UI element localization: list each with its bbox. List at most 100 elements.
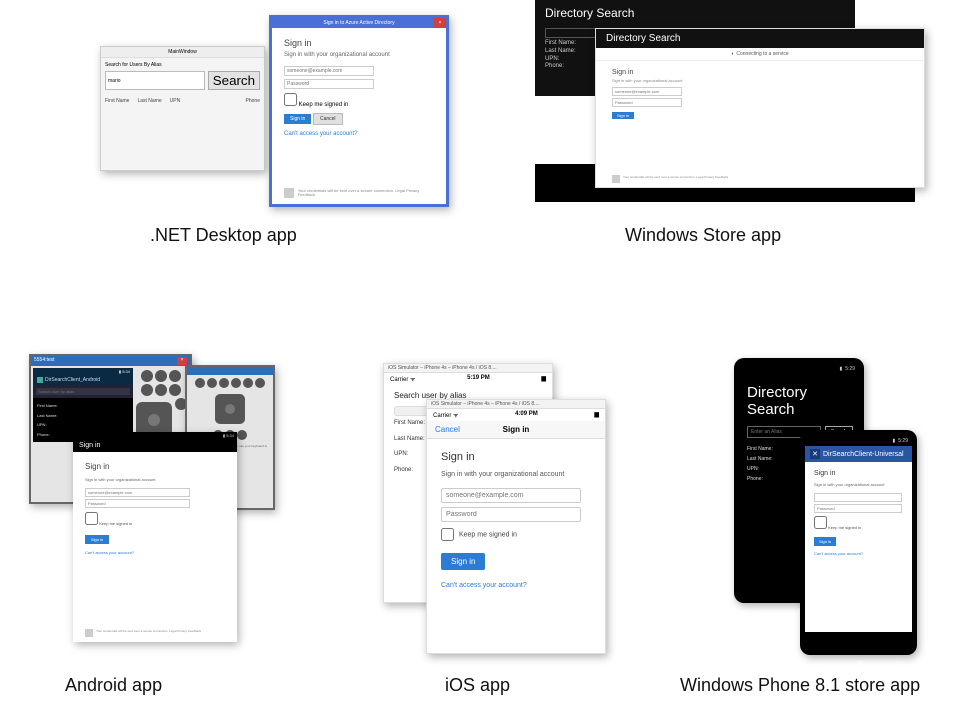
avatar-icon: [284, 188, 294, 198]
avatar-icon: [612, 175, 620, 183]
keep-signed-label: Keep me signed in: [828, 525, 861, 530]
emu-btn[interactable]: [207, 378, 217, 388]
caption-and: Android app: [65, 675, 162, 696]
wp-device-front: ▮ 5:29 ✕DirSearchClient-Universal Sign i…: [800, 430, 917, 655]
password-field[interactable]: [284, 79, 374, 89]
caption-ios: iOS app: [445, 675, 510, 696]
signin-subtitle: Sign in with your organizational account: [612, 78, 908, 83]
emu-btn[interactable]: [169, 384, 181, 396]
signin-button[interactable]: Sign in: [814, 537, 836, 546]
android-status-bar: ▮ 5:34: [73, 432, 237, 439]
app-icon: [37, 377, 43, 383]
close-icon[interactable]: ×: [434, 18, 446, 28]
ios-signin: iOS Simulator – iPhone 4s – iPhone 4s / …: [426, 399, 606, 654]
email-field[interactable]: [814, 493, 902, 502]
password-field[interactable]: [85, 499, 190, 508]
keep-signed-label: Keep me signed in: [459, 531, 517, 538]
carrier-label: Carrier: [390, 377, 408, 383]
emu-btn[interactable]: [219, 378, 229, 388]
emu-btn[interactable]: [255, 378, 265, 388]
caption-net: .NET Desktop app: [150, 225, 297, 246]
signin-button[interactable]: Sign in: [284, 114, 311, 124]
signin-heading2: Sign in: [85, 462, 225, 471]
back-icon[interactable]: ←: [816, 659, 824, 669]
wp-app-name: DirSearchClient-Universal: [823, 451, 904, 458]
email-field[interactable]: [612, 87, 682, 96]
col-first-name: First Name: [105, 98, 129, 104]
emu-dpad[interactable]: [215, 394, 245, 424]
wp-title: Directory Search: [739, 374, 859, 426]
wp-time: 5:29: [898, 438, 908, 444]
keep-signed-checkbox[interactable]: [441, 528, 454, 541]
net-dialog-titlebar: Sign in to Azure Active Directory ×: [272, 18, 446, 28]
emu-btn[interactable]: [155, 370, 167, 382]
windows-icon[interactable]: ⊞: [857, 659, 864, 669]
ios-cancel-button[interactable]: Cancel: [435, 425, 460, 434]
keep-signed-checkbox[interactable]: [284, 93, 297, 106]
footer-text: Your credentials will be sent over a sec…: [623, 175, 728, 183]
emulator-title: 5554:test: [34, 357, 55, 365]
app-name: DirSearchClient_Android: [45, 377, 100, 383]
net-main-title: MainWindow: [101, 47, 264, 58]
email-field[interactable]: [284, 66, 374, 76]
signin-heading: Sign in: [441, 451, 591, 463]
ios-time: 4:09 PM: [515, 411, 538, 419]
password-field[interactable]: [441, 507, 581, 522]
signin-subtitle: Sign in with your organizational account: [85, 477, 225, 482]
password-field[interactable]: [814, 504, 902, 513]
emu-btn[interactable]: [231, 378, 241, 388]
emu-btn[interactable]: [169, 370, 181, 382]
cant-access-link[interactable]: Can't access your account?: [284, 131, 434, 137]
col-phone: Phone: [246, 98, 260, 104]
ios-sim-title: iOS Simulator – iPhone 4s – iPhone 4s / …: [427, 400, 605, 409]
ios-time: 5:19 PM: [467, 375, 490, 383]
android-signin: ▮ 5:34 Sign in Sign in Sign in with your…: [73, 432, 237, 642]
email-field[interactable]: [85, 488, 190, 497]
emu-btn[interactable]: [155, 384, 167, 396]
emu-btn[interactable]: [141, 384, 153, 396]
signin-button[interactable]: Sign in: [441, 553, 485, 570]
col-upn: UPN: [170, 98, 181, 104]
search-icon[interactable]: ⌕: [896, 659, 900, 669]
carrier-label: Carrier: [433, 413, 451, 419]
wp-time: 5:29: [845, 366, 855, 372]
cant-access-link[interactable]: Can't access your account?: [85, 550, 225, 555]
signal-icon: ▮: [893, 438, 896, 444]
emu-btn[interactable]: [141, 370, 153, 382]
footer-text: Your credentials will be sent over a sec…: [96, 629, 201, 637]
emu-btn[interactable]: [195, 378, 205, 388]
keep-signed-checkbox[interactable]: [85, 512, 98, 525]
net-search-input[interactable]: [105, 71, 205, 90]
signin-button[interactable]: Sign in: [85, 535, 109, 544]
emu-btn[interactable]: [243, 378, 253, 388]
ws-front-title: Directory Search: [596, 29, 924, 48]
cancel-button[interactable]: Cancel: [313, 113, 343, 125]
back-icon[interactable]: ←: [752, 607, 760, 617]
wifi-icon: ᯤ: [410, 377, 415, 383]
net-signin-dialog: Sign in to Azure Active Directory × Sign…: [269, 15, 449, 207]
android-search-input[interactable]: [36, 388, 130, 395]
avatar-icon: [85, 629, 93, 637]
ws-connecting: Connecting to a service: [596, 48, 924, 61]
and-label-ln: Last Name:: [37, 411, 129, 421]
close-icon[interactable]: ✕: [810, 449, 820, 459]
battery-icon: ▆: [541, 375, 546, 383]
keep-signed-label: Keep me signed in: [99, 521, 132, 526]
signin-subtitle: Sign in with your organizational account: [814, 482, 903, 487]
password-field[interactable]: [612, 98, 682, 107]
signin-button[interactable]: Sign in: [612, 112, 634, 119]
signin-heading: Sign in: [284, 38, 434, 48]
close-icon[interactable]: ×: [177, 357, 187, 365]
net-dialog-title: Sign in to Azure Active Directory: [323, 20, 394, 26]
emu-btn[interactable]: [237, 430, 247, 440]
android-status-bar: ▮ 5:34: [33, 368, 133, 375]
signin-heading: Sign in: [73, 439, 237, 452]
cant-access-link[interactable]: Can't access your account?: [441, 582, 591, 589]
email-field[interactable]: [441, 488, 581, 503]
net-search-button[interactable]: Search: [208, 71, 260, 90]
col-last-name: Last Name: [137, 98, 161, 104]
ios-sim-title: iOS Simulator – iPhone 4s – iPhone 4s / …: [384, 364, 552, 373]
cant-access-link[interactable]: Can't access your account?: [814, 551, 903, 556]
and-label-upn: UPN:: [37, 420, 129, 430]
keep-signed-checkbox[interactable]: [814, 516, 827, 529]
